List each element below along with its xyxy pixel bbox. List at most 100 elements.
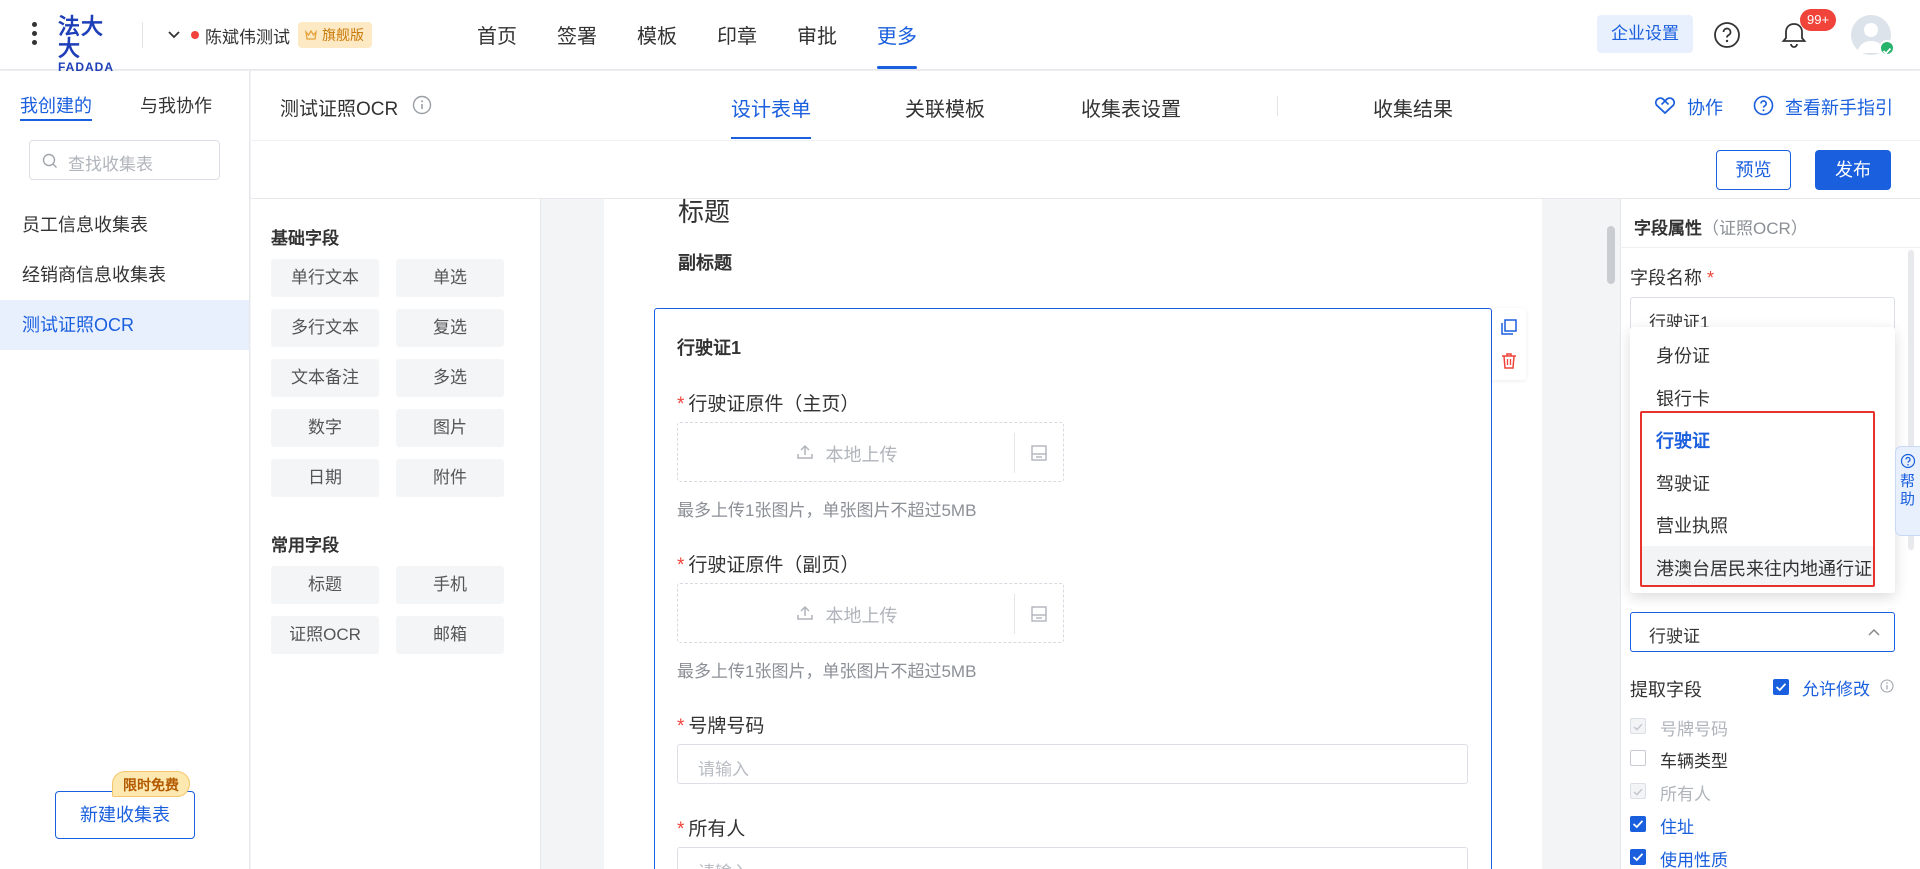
field-radio[interactable]: 单选 [396, 259, 504, 297]
extract-label-usage[interactable]: 使用性质 [1660, 846, 1728, 869]
ocr-group-title: 行驶证1 [677, 338, 742, 358]
extract-label-owner: 所有人 [1660, 785, 1711, 804]
field-toolbar [1492, 308, 1526, 380]
nav-templates[interactable]: 模板 [637, 20, 677, 49]
fadada-logo[interactable]: 法大大 FADADA [58, 16, 122, 75]
sidebar-item-employee[interactable]: 员工信息收集表 [0, 200, 249, 250]
publish-button[interactable]: 发布 [1815, 150, 1891, 190]
canvas-scrollbar[interactable] [1605, 199, 1617, 869]
field-label: * 行驶证原件（主页） [677, 394, 860, 415]
owner-input[interactable]: 请输入 [677, 847, 1468, 869]
upload-hint: 最多上传1张图片，单张图片不超过5MB [677, 662, 977, 681]
crown-icon [305, 29, 317, 40]
extract-fields-label: 提取字段 [1630, 680, 1702, 700]
field-attachment[interactable]: 附件 [396, 459, 504, 497]
divider [1620, 247, 1920, 248]
allow-edit-label[interactable]: 允许修改 [1802, 675, 1870, 700]
extract-label-vehicle-type[interactable]: 车辆类型 [1660, 747, 1728, 772]
form-subheading[interactable]: 副标题 [678, 249, 732, 275]
help-icon [1753, 95, 1774, 116]
field-multi-select[interactable]: 多选 [396, 359, 504, 397]
basic-fields-heading: 基础字段 [271, 229, 339, 248]
sidebar-item-dealer[interactable]: 经销商信息收集表 [0, 250, 249, 300]
field-label: * 行驶证原件（副页） [677, 555, 860, 576]
kebab-menu-icon[interactable] [28, 22, 40, 48]
field-text-note[interactable]: 文本备注 [271, 359, 379, 397]
enterprise-settings-button[interactable]: 企业设置 [1597, 15, 1693, 53]
tab-linked-templates[interactable]: 关联模板 [905, 93, 985, 122]
extract-checkbox-address[interactable] [1630, 816, 1646, 832]
sidebar-item-ocr-test[interactable]: 测试证照OCR [0, 300, 249, 350]
option-id-card[interactable]: 身份证 [1656, 342, 1710, 368]
delete-icon[interactable] [1500, 352, 1518, 370]
nav-active-indicator [877, 66, 917, 69]
free-tag: 限时免费 [112, 771, 190, 797]
handshake-icon [1654, 97, 1676, 115]
field-image[interactable]: 图片 [396, 409, 504, 447]
field-date[interactable]: 日期 [271, 459, 379, 497]
preview-button[interactable]: 预览 [1716, 150, 1791, 190]
action-bar [251, 141, 1920, 199]
info-icon[interactable] [412, 95, 432, 115]
nav-more[interactable]: 更多 [877, 20, 917, 49]
field-license-ocr[interactable]: 证照OCR [271, 616, 379, 654]
highlight-annotation-box [1640, 411, 1875, 587]
tab-form-settings[interactable]: 收集表设置 [1081, 93, 1181, 122]
form-title: 测试证照OCR [280, 99, 399, 120]
nav-home[interactable]: 首页 [477, 20, 517, 49]
field-checkbox[interactable]: 复选 [396, 309, 504, 347]
help-side-tab[interactable]: 帮助 [1895, 446, 1920, 536]
extract-checkbox-usage[interactable] [1630, 849, 1646, 865]
field-multi-line[interactable]: 多行文本 [271, 309, 379, 347]
nav-sign[interactable]: 签署 [557, 20, 597, 49]
tab-results[interactable]: 收集结果 [1373, 93, 1453, 122]
field-email[interactable]: 邮箱 [396, 616, 504, 654]
input-placeholder: 请输入 [698, 760, 749, 779]
license-type-select[interactable]: 行驶证 [1630, 612, 1895, 652]
upload-hint: 最多上传1张图片，单张图片不超过5MB [677, 501, 977, 520]
verified-icon [1879, 40, 1895, 56]
field-single-line[interactable]: 单行文本 [271, 259, 379, 297]
field-phone[interactable]: 手机 [396, 566, 504, 604]
option-bank-card[interactable]: 银行卡 [1656, 385, 1710, 411]
divider [142, 22, 143, 48]
extract-label-address[interactable]: 住址 [1660, 813, 1694, 838]
allow-edit-checkbox[interactable] [1773, 679, 1789, 695]
upload-label: 本地上传 [825, 606, 898, 626]
help-icon [1900, 453, 1916, 469]
chevron-down-icon[interactable] [166, 26, 182, 42]
collaborate-link[interactable]: 协作 [1687, 94, 1723, 120]
scan-icon[interactable] [1030, 444, 1048, 462]
copy-icon[interactable] [1500, 318, 1518, 336]
help-icon[interactable] [1713, 21, 1741, 49]
tab-design-form[interactable]: 设计表单 [731, 93, 811, 122]
tab-my-created[interactable]: 我创建的 [20, 92, 92, 118]
field-label: * 所有人 [677, 819, 746, 840]
upload-area[interactable]: 本地上传 [677, 422, 1064, 482]
scan-icon[interactable] [1030, 605, 1048, 623]
tab-collaborating[interactable]: 与我协作 [140, 92, 212, 118]
upload-area[interactable]: 本地上传 [677, 583, 1064, 643]
field-title[interactable]: 标题 [271, 566, 379, 604]
field-number[interactable]: 数字 [271, 409, 379, 447]
form-heading[interactable]: 标题 [678, 192, 730, 229]
search-placeholder: 查找收集表 [68, 155, 153, 174]
info-icon[interactable] [1880, 679, 1894, 693]
org-switcher[interactable]: 陈斌伟测试 [205, 23, 290, 48]
common-fields-heading: 常用字段 [271, 536, 339, 555]
tab-active-indicator [20, 119, 92, 121]
nav-seals[interactable]: 印章 [717, 20, 757, 49]
logo-text: 法大大 [58, 14, 105, 61]
edition-badge: 旗舰版 [298, 22, 372, 48]
guide-link[interactable]: 查看新手指引 [1785, 94, 1893, 120]
nav-approval[interactable]: 审批 [797, 20, 837, 49]
extract-checkbox-vehicle-type[interactable] [1630, 750, 1646, 766]
select-value: 行驶证 [1649, 627, 1700, 646]
help-tab-label: 帮助 [1900, 473, 1916, 508]
search-input[interactable]: 查找收集表 [29, 140, 220, 180]
field-name-label: 字段名称 * [1630, 268, 1715, 288]
new-form-button[interactable]: 新建收集表 [55, 791, 195, 839]
search-icon [42, 153, 57, 168]
canvas-scroll-thumb[interactable] [1607, 226, 1615, 284]
plate-number-input[interactable]: 请输入 [677, 744, 1468, 784]
